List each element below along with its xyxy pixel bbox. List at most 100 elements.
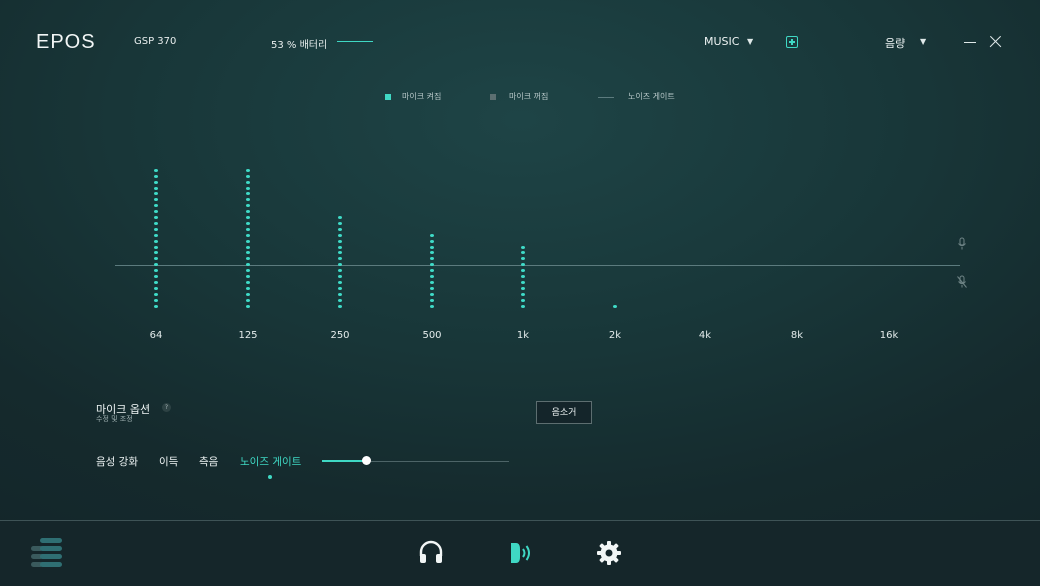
level-dot <box>430 298 434 302</box>
level-dot <box>246 292 250 296</box>
level-dot <box>246 275 250 278</box>
level-dot <box>521 286 525 290</box>
mic-icon <box>958 237 966 250</box>
tab-sidetone[interactable]: 측음 <box>199 454 218 469</box>
help-icon[interactable]: ? <box>162 403 171 412</box>
level-column-4k <box>703 0 707 320</box>
level-dot <box>246 269 250 273</box>
level-dot <box>154 221 158 225</box>
level-dot <box>246 186 250 190</box>
freq-label-500: 500 <box>422 330 442 341</box>
level-dot <box>154 298 158 302</box>
level-dot <box>430 233 434 237</box>
level-dot <box>338 227 342 231</box>
level-dot <box>613 304 617 308</box>
level-dot <box>430 263 434 267</box>
mic-muted-icon <box>957 275 967 288</box>
noise-gate-slider-thumb[interactable] <box>362 456 372 465</box>
level-column-2k <box>613 0 617 320</box>
freq-label-2k: 2k <box>608 330 622 341</box>
level-dot <box>246 251 250 255</box>
freq-label-4k: 4k <box>698 330 712 341</box>
level-dot <box>154 263 158 267</box>
level-dot <box>338 239 342 243</box>
level-dot <box>246 233 250 237</box>
level-dot <box>430 275 434 278</box>
mic-options-subtitle: 수정 및 조정 <box>96 415 133 423</box>
level-dot <box>246 198 250 202</box>
gear-icon[interactable] <box>596 540 622 566</box>
level-column-1k <box>521 0 525 320</box>
level-dot <box>521 280 525 284</box>
level-dot <box>338 245 342 249</box>
level-dot <box>338 263 342 267</box>
level-dot <box>154 239 158 243</box>
level-dot <box>246 180 250 184</box>
level-dot <box>246 239 250 243</box>
mute-button[interactable]: 음소거 <box>536 401 592 424</box>
level-dot <box>246 174 250 178</box>
level-dot <box>338 221 342 225</box>
level-dot <box>521 251 525 255</box>
level-dot <box>154 269 158 273</box>
level-dot <box>154 251 158 255</box>
active-tab-indicator <box>268 475 272 479</box>
tab-gain[interactable]: 이득 <box>159 454 178 469</box>
level-dot <box>338 216 342 219</box>
level-dot <box>246 280 250 284</box>
level-dot <box>246 168 250 172</box>
level-dot <box>430 257 434 261</box>
level-dot <box>246 204 250 208</box>
level-column-64 <box>154 0 158 320</box>
menu-icon[interactable] <box>30 537 64 571</box>
level-dot <box>521 269 525 273</box>
level-dot <box>338 280 342 284</box>
headphones-icon[interactable] <box>418 540 444 566</box>
level-dot <box>246 221 250 225</box>
level-column-8k <box>795 0 799 320</box>
level-dot <box>338 269 342 273</box>
level-dot <box>154 292 158 296</box>
level-dot <box>154 180 158 184</box>
level-dot <box>246 304 250 308</box>
level-dot <box>246 210 250 214</box>
level-dot <box>154 257 158 261</box>
level-dot <box>154 168 158 172</box>
level-dot <box>521 263 525 267</box>
level-dot <box>338 275 342 278</box>
noise-gate-slider-fill <box>322 460 367 462</box>
level-dot <box>154 304 158 308</box>
freq-label-250: 250 <box>330 330 350 341</box>
level-dot <box>154 204 158 208</box>
tab-noise-gate[interactable]: 노이즈 게이트 <box>240 454 301 469</box>
level-dot <box>246 298 250 302</box>
voice-icon[interactable] <box>507 540 533 566</box>
level-dot <box>338 257 342 261</box>
level-dot <box>338 286 342 290</box>
level-dot <box>154 286 158 290</box>
noise-gate-threshold-line[interactable] <box>115 264 960 266</box>
freq-label-1k: 1k <box>516 330 530 341</box>
freq-label-64: 64 <box>149 330 163 341</box>
level-column-500 <box>430 0 434 320</box>
level-dot <box>430 280 434 284</box>
level-dot <box>154 227 158 231</box>
level-dot <box>338 292 342 296</box>
level-dot <box>430 304 434 308</box>
level-column-250 <box>338 0 342 320</box>
level-dot <box>246 286 250 290</box>
level-dot <box>154 192 158 196</box>
level-dot <box>246 192 250 196</box>
tab-voice-enhance[interactable]: 음성 강화 <box>96 454 138 469</box>
level-dot <box>154 174 158 178</box>
level-dot <box>154 216 158 219</box>
level-dot <box>338 304 342 308</box>
level-dot <box>338 233 342 237</box>
level-dot <box>154 198 158 202</box>
freq-label-125: 125 <box>238 330 258 341</box>
level-dot <box>154 186 158 190</box>
level-column-16k <box>887 0 891 320</box>
level-dot <box>430 245 434 249</box>
freq-label-8k: 8k <box>790 330 804 341</box>
level-dot <box>246 245 250 249</box>
